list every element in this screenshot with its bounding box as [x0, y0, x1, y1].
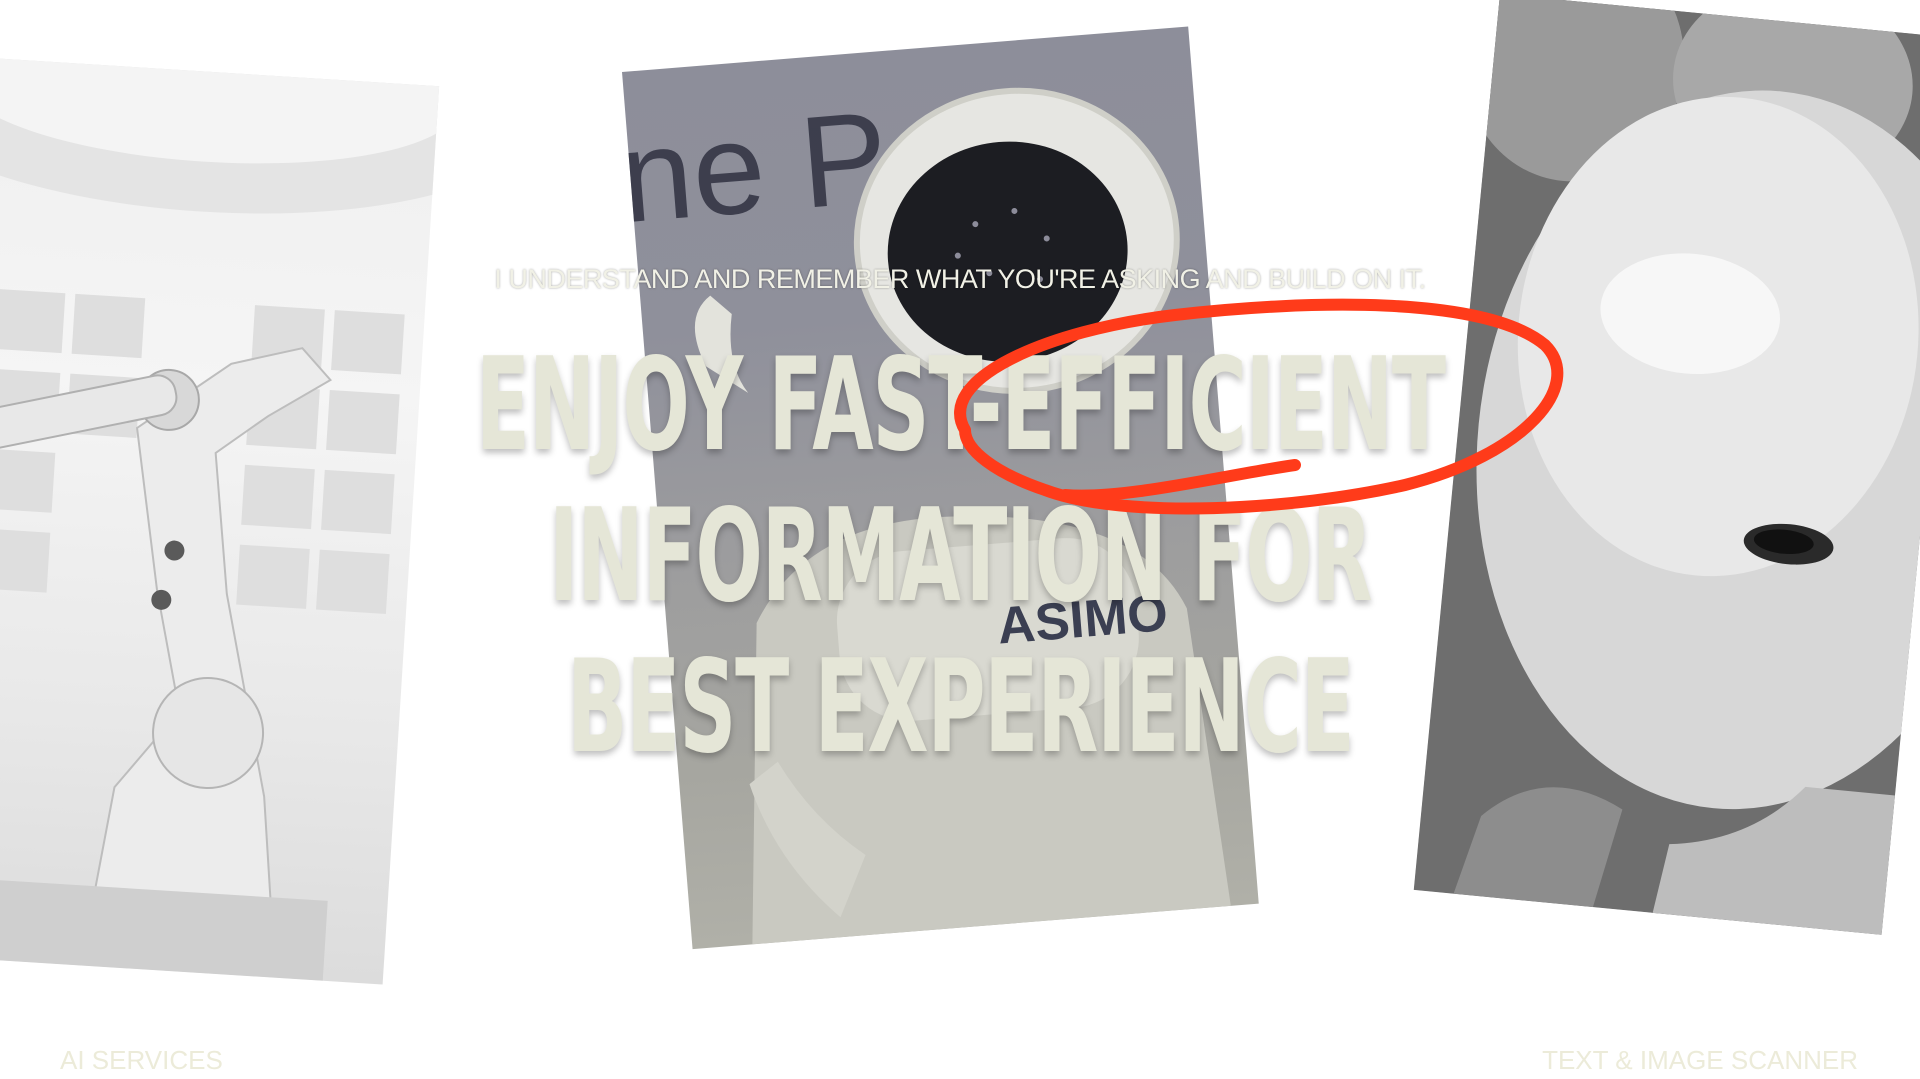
hero-stage: ne Po ASIMO I UNDERSTAND AND REMEMBER WH… [0, 0, 1920, 1079]
headline-line-3: BEST EXPERIENCE [566, 633, 1355, 782]
hero-kicker: I UNDERSTAND AND REMEMBER WHAT YOU'RE AS… [494, 264, 1426, 294]
headline-line-2: INFORMATION FOR [548, 482, 1373, 631]
hero-headline: ENJOY FAST-EFFICIENT INFORMATION FOR BES… [0, 330, 1920, 783]
footer-ai-services[interactable]: AI SERVICES [60, 1045, 223, 1076]
footer-text-image-scanner[interactable]: TEXT & IMAGE SCANNER [1542, 1045, 1858, 1076]
headline-line-1: ENJOY FAST-EFFICIENT [475, 331, 1446, 480]
